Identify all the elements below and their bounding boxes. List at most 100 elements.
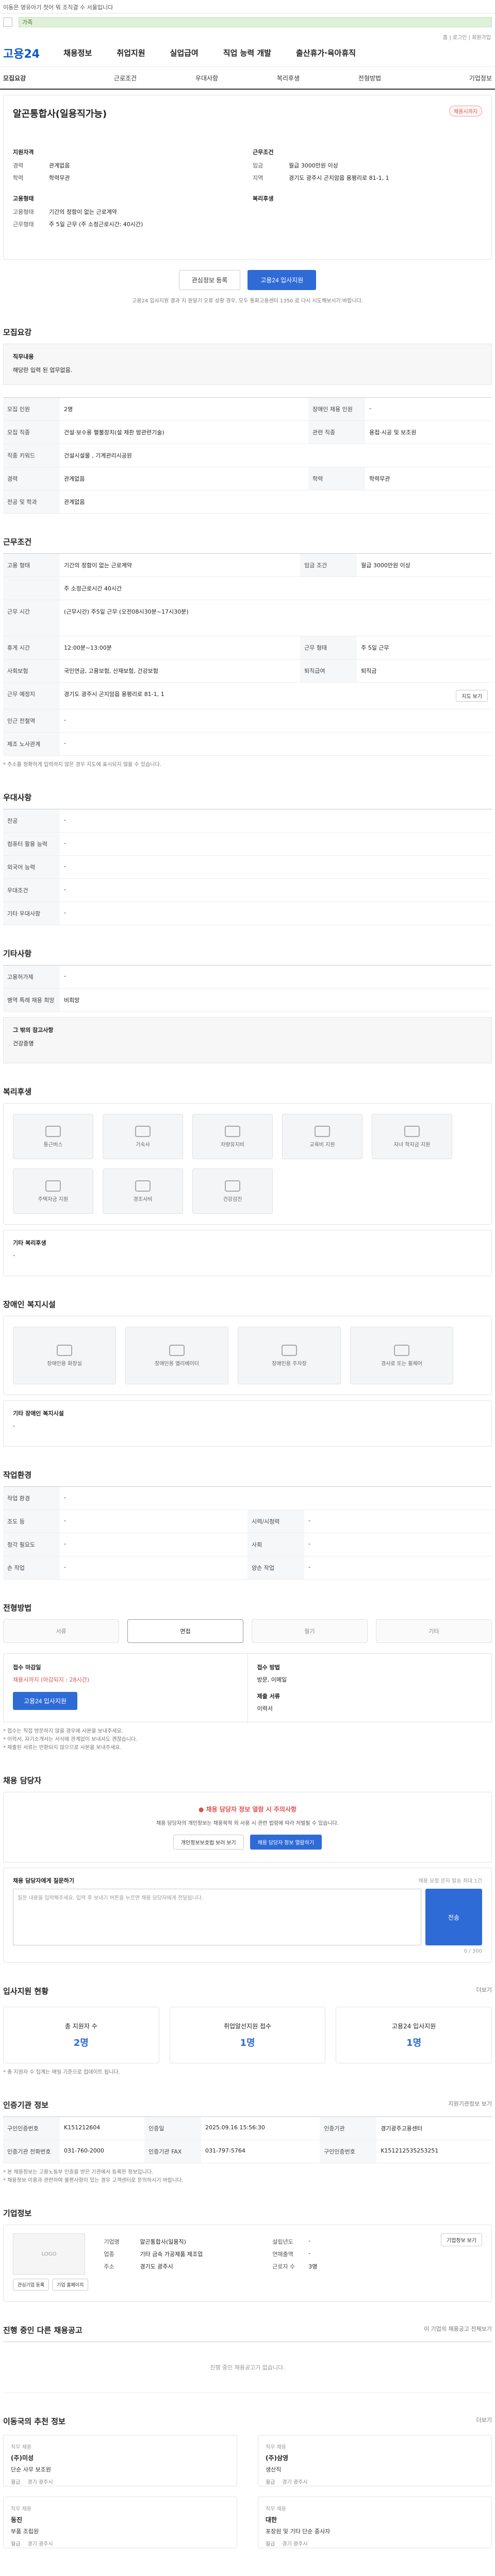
welfare-label: 자녀 학자금 지원 — [393, 1142, 431, 1148]
welfare-item: 통근버스 — [13, 1114, 93, 1159]
agency-note: * 본 채용정보는 고용노동부 인증을 받은 기관에서 등록한 정보입니다. — [3, 2170, 154, 2175]
recommend-item[interactable]: 직무 채용 대한 포장원 및 기타 단순 종사자 월급 경기 광주시 — [258, 2497, 492, 2548]
map-button[interactable]: 지도 보기 — [456, 690, 488, 702]
company-value: 알곤통합사(일용직) — [140, 2239, 186, 2245]
tab-recruit[interactable]: 모집요강 — [3, 74, 85, 82]
rec-meta: 월급 — [266, 2480, 275, 2485]
type-value: 주 5일 근무 (주 소정근로시간: 40시간) — [49, 221, 143, 228]
screening-notes: * 접수는 직접 방문하지 않을 경우에 사본을 보내주세요. * 이력서, 자… — [3, 1727, 492, 1752]
gift-icon — [135, 1180, 151, 1192]
welfare-item: 경조사비 — [103, 1168, 183, 1214]
tab-company[interactable]: 기업정보 — [410, 74, 492, 82]
qual-key: 학력 — [13, 175, 24, 181]
pref-value: - — [60, 832, 492, 856]
elevator-icon — [169, 1344, 185, 1356]
inquiry-textarea[interactable]: 질문 내용을 입력해주세요. 입력 후 보내기 버튼을 누르면 채용 담당자에게… — [13, 1889, 421, 1945]
recommend-item[interactable]: 직무 채용 (주)삼영 생산직 월급 경기 광주시 — [258, 2435, 492, 2486]
welfare-item: 기숙사 — [103, 1114, 183, 1159]
nav-unemployment-benefit[interactable]: 실업급여 — [170, 47, 199, 58]
env-value: - — [60, 1486, 492, 1510]
docs-heading: 제출 서류 — [257, 1693, 280, 1700]
welfare-label: 기숙사 — [136, 1142, 150, 1148]
homepage-button[interactable]: 기업 홈페이지 — [52, 2279, 89, 2291]
recruit-key: 모집 직종 — [3, 420, 60, 444]
cond-value: 월급 3000만원 이상 — [289, 162, 338, 169]
stat-label: 총 지원자 수 — [64, 2022, 97, 2030]
recommend-item[interactable]: 직무 채용 (주)미성 단순 사무 보조원 월급 경기 광주시 — [3, 2435, 237, 2486]
stat-value: 1명 — [240, 2037, 255, 2048]
work-key: 고용 형태 — [3, 553, 60, 577]
tab-screening[interactable]: 전형방법 — [329, 74, 410, 82]
disabled-other-heading: 기타 장애인 복지시설 — [13, 1410, 64, 1417]
inquiry-card: 채용 담당자에게 질문하기 채용 요청 문자 발송 최대 1건 질문 내용을 입… — [3, 1868, 492, 1963]
recruit-title-text: 모집요강 — [3, 328, 32, 337]
work-value: (근무시간) 주5일 근무 (오전08시30분~17시30분) — [60, 600, 492, 636]
rec-company: 대한 — [266, 2516, 277, 2523]
recommend-more-link[interactable]: 더보기 — [476, 2416, 492, 2427]
interest-button[interactable]: 관심정보 등록 — [178, 270, 241, 290]
etc-value: - — [60, 965, 492, 989]
work-value: - — [60, 732, 492, 756]
home-icon[interactable] — [3, 18, 12, 27]
welfare-other-heading: 기타 복리후생 — [13, 1240, 46, 1246]
company-value: 3명 — [308, 2263, 318, 2270]
nav-skills[interactable]: 직업 능력 개발 — [223, 47, 271, 58]
agency-key: 구인인증번호 — [320, 2140, 377, 2163]
etc-title-text: 기타사항 — [3, 949, 32, 958]
workenv-title: 작업환경 — [3, 1469, 492, 1480]
tab-pref[interactable]: 우대사항 — [166, 74, 248, 82]
work-key — [3, 577, 60, 600]
recruit-key: 경력 — [3, 467, 60, 490]
env-value: - — [60, 1510, 248, 1533]
applicants-more-link[interactable]: 더보기 — [476, 1986, 492, 1996]
screening-apply-button[interactable]: 고용24 입사지원 — [13, 1692, 77, 1710]
notice-text: 이동은 영유아기 첫어 뭐 조직결 수 서울입니다 — [3, 4, 113, 11]
agency-more-link[interactable]: 지원기관정보 보기 — [449, 2099, 492, 2110]
site-logo[interactable]: 고용24 — [3, 45, 40, 61]
main-nav: 채용정보 취업지원 실업급여 직업 능력 개발 출산휴가·육아휴직 — [63, 47, 356, 58]
rec-tag: 직무 채용 — [11, 2506, 31, 2512]
agency-title-text: 인증기관 정보 — [3, 2100, 49, 2110]
apply-button[interactable]: 고용24 입사지원 — [248, 270, 317, 290]
company-name: 알곤통합사(일용직가능) — [13, 109, 107, 120]
util-links[interactable]: 홈 | 로그인 | 회원가입 — [0, 31, 495, 41]
recruit-key: 전공 및 학과 — [3, 490, 60, 514]
method-value: 방문, 이메일 — [257, 1676, 287, 1683]
tab-welfare[interactable]: 복리후생 — [248, 74, 329, 82]
work-key: 제조 노사관계 — [3, 732, 60, 756]
other-jobs-more-link[interactable]: 이 기업의 채용공고 전체보기 — [424, 2325, 492, 2335]
privacy-button[interactable]: 개인정보보호법 보러 보기 — [173, 1835, 244, 1850]
agency-key: 구인인증번호 — [3, 2116, 60, 2140]
disabled-title-text: 장애인 복지시설 — [3, 1300, 56, 1309]
send-button[interactable]: 전송 — [425, 1889, 482, 1945]
screening-steps: 서류 면접 필기 기타 — [3, 1619, 492, 1643]
company-value: - — [308, 2238, 311, 2244]
welfare-item: 건강검진 — [192, 1168, 273, 1214]
env-value: - — [304, 1556, 492, 1580]
welfare-label: 건강검진 — [223, 1196, 242, 1202]
welfare-label: 경조사비 — [133, 1196, 153, 1202]
recruit-value: 2명 — [60, 397, 309, 421]
deadline-value: 채용시까지 (마감되지 : 28시간) — [13, 1676, 90, 1683]
stat-label: 고용24 입사지원 — [392, 2022, 436, 2030]
facility-label: 경사로 또는 휠체어 — [381, 1361, 422, 1367]
section-tabs: 모집요강 근로조건 우대사항 복리후생 전형방법 기업정보 — [0, 67, 495, 90]
header: 고용24 채용정보 취업지원 실업급여 직업 능력 개발 출산휴가·육아휴직 — [0, 39, 495, 67]
nav-maternity[interactable]: 출산휴가·육아휴직 — [296, 47, 356, 58]
parking-icon — [282, 1344, 297, 1356]
nav-employment-support[interactable]: 취업지원 — [117, 47, 145, 58]
manager-alert-body: 채용 담당자의 개인정보는 채용목적 외 사용 시 관련 법령에 따라 처벌될 … — [156, 1821, 339, 1826]
deadline-badge: 채용시까지 — [449, 106, 482, 116]
other-jobs-title: 진행 중인 다른 채용공고 이 기업의 채용공고 전체보기 — [3, 2325, 492, 2335]
view-manager-button[interactable]: 채용 담당자 정보 열람하기 — [250, 1835, 322, 1850]
recommend-item[interactable]: 직무 채용 동진 부품 조립원 월급 경기 광주시 — [3, 2497, 237, 2548]
tab-work[interactable]: 근로조건 — [85, 74, 166, 82]
company-detail-button[interactable]: 기업정보 보기 — [441, 2233, 483, 2246]
follow-company-button[interactable]: 관심기업 등록 — [13, 2279, 50, 2291]
stat-card: 취업알선지원 접수 1명 — [169, 2007, 326, 2063]
work-key: 사회보험 — [3, 659, 60, 683]
screening-note: * 제출된 서류는 반환되지 않으므로 사본을 보내주세요. — [3, 1745, 122, 1751]
nav-jobs[interactable]: 채용정보 — [63, 47, 92, 58]
company-key: 기업명 — [104, 2239, 120, 2245]
applicants-title: 입사지원 현황 더보기 — [3, 1986, 492, 1996]
